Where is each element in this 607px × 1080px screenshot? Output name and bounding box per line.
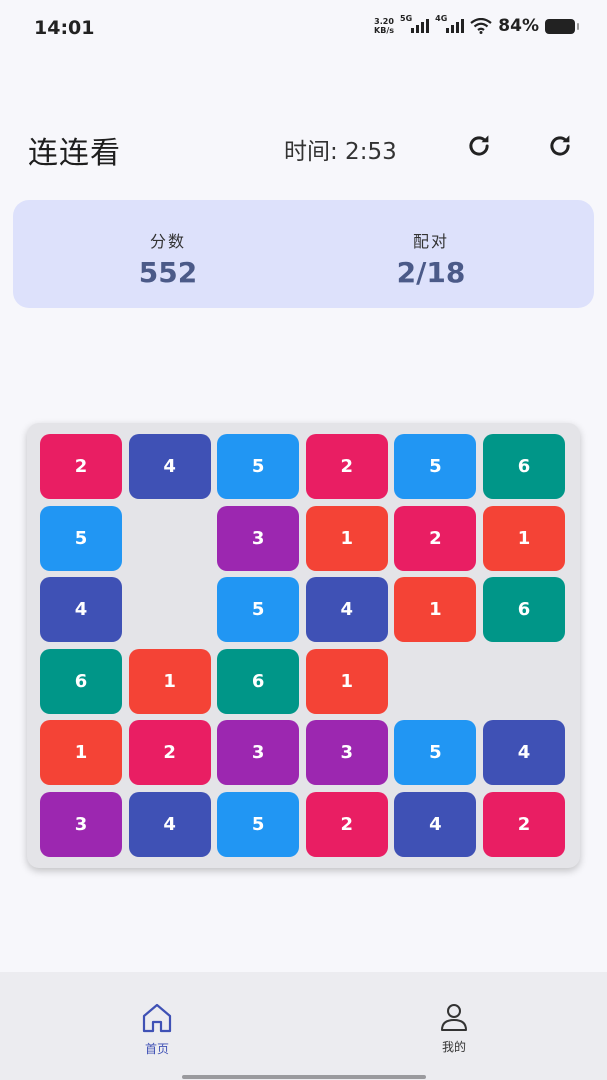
restart-icon	[550, 135, 570, 156]
pairs-label: 配对	[412, 232, 449, 251]
tile[interactable]: 3	[305, 720, 388, 785]
tile[interactable]: 4	[483, 720, 565, 785]
tile[interactable]: 6	[483, 577, 565, 642]
signal-4g: 4G	[435, 14, 465, 33]
network-speed: 3.20 KB/s	[374, 17, 394, 35]
nav-home[interactable]: 首页	[117, 1002, 197, 1057]
tile[interactable]: 4	[128, 791, 211, 857]
tile[interactable]: 4	[305, 577, 388, 642]
tile[interactable]: 1	[305, 648, 388, 714]
network-speed-unit: KB/s	[374, 26, 395, 35]
nav-profile[interactable]: 我的	[414, 1002, 494, 1055]
page-title: 连连看	[28, 136, 121, 171]
tile[interactable]: 4	[394, 791, 477, 857]
nav-home-label: 首页	[144, 1042, 169, 1056]
score-stat: 分数 552	[68, 228, 268, 289]
restart-button[interactable]	[542, 128, 578, 164]
game-board: 24525653121454166161123354345242	[27, 423, 580, 868]
tile[interactable]: 3	[40, 791, 122, 857]
signal-bars-icon	[411, 19, 430, 33]
timer: 时间: 2:53	[284, 139, 397, 165]
signal-5g-label: 5G	[400, 14, 413, 23]
tile[interactable]: 1	[40, 720, 122, 785]
tile[interactable]: 5	[217, 434, 300, 499]
tile[interactable]: 6	[217, 648, 300, 714]
tile[interactable]: 4	[40, 577, 122, 642]
status-time: 14:01	[34, 17, 95, 39]
tile[interactable]: 1	[483, 505, 565, 571]
status-bar: 14:01 3.20 KB/s 5G 4G 84%	[0, 0, 607, 58]
signal-bars-icon	[446, 19, 465, 33]
pairs-stat: 配对 2/18	[331, 228, 531, 289]
tile[interactable]: 2	[305, 791, 388, 857]
tile[interactable]: 2	[40, 434, 122, 499]
tile[interactable]: 6	[483, 434, 565, 499]
tile[interactable]: 5	[40, 505, 122, 571]
signal-5g: 5G	[400, 14, 430, 33]
tile[interactable]: 4	[128, 434, 211, 499]
tile[interactable]: 2	[305, 434, 388, 499]
tile[interactable]: 6	[40, 648, 122, 714]
bottom-nav: 首页 我的	[0, 972, 607, 1080]
tile[interactable]: 1	[128, 648, 211, 714]
score-card: 分数 552 配对 2/18	[13, 200, 594, 308]
tile[interactable]: 3	[217, 720, 300, 785]
refresh-button[interactable]	[461, 128, 497, 164]
tile[interactable]: 5	[217, 577, 300, 642]
person-icon	[441, 1004, 467, 1031]
tile[interactable]: 1	[394, 577, 477, 642]
tile[interactable]: 2	[394, 505, 477, 571]
battery-percent: 84%	[498, 16, 539, 36]
tile[interactable]: 3	[217, 505, 300, 571]
score-label: 分数	[149, 232, 186, 251]
wifi-icon	[470, 18, 492, 34]
pairs-value: 2/18	[396, 256, 466, 289]
status-indicators: 3.20 KB/s 5G 4G 84%	[374, 14, 579, 36]
nav-profile-label: 我的	[441, 1040, 466, 1054]
tile[interactable]: 5	[217, 791, 300, 857]
score-value: 552	[138, 256, 198, 289]
tile[interactable]: 2	[483, 791, 565, 857]
header: 连连看 时间: 2:53	[0, 118, 607, 174]
home-indicator	[182, 1075, 426, 1079]
tile[interactable]: 5	[394, 720, 477, 785]
tile[interactable]: 2	[128, 720, 211, 785]
tile[interactable]: 5	[394, 434, 477, 499]
network-speed-value: 3.20	[374, 17, 394, 26]
home-icon	[142, 1003, 172, 1033]
signal-4g-label: 4G	[435, 14, 448, 23]
refresh-icon	[469, 135, 489, 156]
battery-icon	[545, 18, 579, 34]
tile[interactable]: 1	[305, 505, 388, 571]
